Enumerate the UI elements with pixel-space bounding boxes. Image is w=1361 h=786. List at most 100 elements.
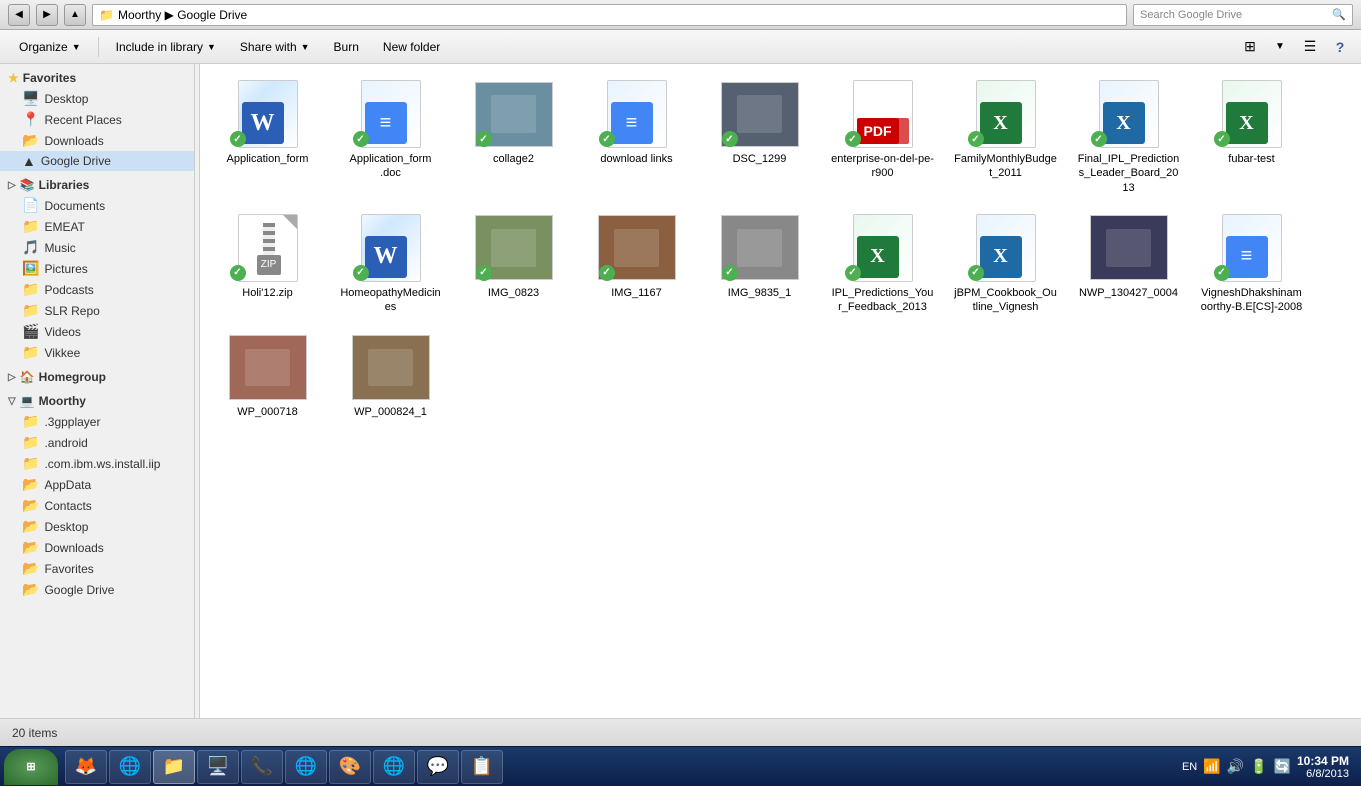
list-item[interactable]: W ✓Application_form [210, 74, 325, 200]
sidebar-item-downloads[interactable]: 📂 Downloads [0, 130, 194, 151]
sidebar-comibm-label: .com.ibm.ws.install.iip [44, 457, 160, 471]
taskbar-ie[interactable]: 🖥️ [197, 750, 239, 784]
start-button[interactable]: ⊞ [4, 749, 58, 785]
list-item[interactable]: X ✓IPL_Predictions_Your_Feedback_2013 [825, 208, 940, 320]
burn-button[interactable]: Burn [323, 34, 370, 60]
sidebar-item-podcasts[interactable]: 📁 Podcasts [0, 279, 194, 300]
sidebar-item-slrrepo[interactable]: 📁 SLR Repo [0, 300, 194, 321]
sidebar-item-desktop[interactable]: 🖥️ Desktop [0, 88, 194, 109]
google-drive-icon: ▲ [22, 153, 36, 169]
list-item[interactable]: ✓DSC_1299 [702, 74, 817, 200]
include-library-label: Include in library [116, 40, 203, 54]
sidebar-item-emeat[interactable]: 📁 EMEAT [0, 216, 194, 237]
file-icon-wrapper: X ✓ [966, 79, 1046, 149]
list-item[interactable]: ≡ ✓VigneshDhakshinamoorthy-B.E[CS]-2008 [1194, 208, 1309, 320]
list-item[interactable]: X ✓Final_IPL_Predictions_Leader_Board_20… [1071, 74, 1186, 200]
new-folder-button[interactable]: New folder [372, 34, 451, 60]
taskbar-skype[interactable]: 💬 [417, 750, 459, 784]
sidebar-item-pictures[interactable]: 🖼️ Pictures [0, 258, 194, 279]
sync-check-badge: ✓ [476, 131, 492, 147]
sidebar-3gp-label: .3gpplayer [44, 415, 100, 429]
sidebar-item-3gp[interactable]: 📁 .3gpplayer [0, 411, 194, 432]
list-item[interactable]: WP_000824_1 [333, 327, 448, 424]
breadcrumb[interactable]: 📁 Moorthy ▶ Google Drive [92, 4, 1127, 26]
include-library-button[interactable]: Include in library ▼ [105, 34, 227, 60]
list-item[interactable]: ZIP ✓Holi'12.zip [210, 208, 325, 320]
taskbar-chrome2[interactable]: 🌐 [285, 750, 327, 784]
list-item[interactable]: ≡ ✓Application_form .doc [333, 74, 448, 200]
view-details-button[interactable]: ☰ [1297, 34, 1323, 60]
sync-check-badge: ✓ [968, 131, 984, 147]
file-icon-wrapper: PDF ✓ [843, 79, 923, 149]
file-label: download links [600, 152, 672, 166]
sidebar-item-appdata[interactable]: 📂 AppData [0, 474, 194, 495]
search-icon: 🔍 [1332, 8, 1346, 21]
list-item[interactable]: X ✓fubar-test [1194, 74, 1309, 200]
sidebar-item-videos[interactable]: 🎬 Videos [0, 321, 194, 342]
sync-check-badge: ✓ [230, 265, 246, 281]
sidebar-item-vikkee[interactable]: 📁 Vikkee [0, 342, 194, 363]
list-item[interactable]: ✓IMG_9835_1 [702, 208, 817, 320]
file-label: enterprise-on-del-pe-r900 [830, 152, 935, 181]
moorthy-section: ▽ 💻 Moorthy 📁 .3gpplayer 📁 .android 📁 .c… [0, 391, 194, 600]
list-item[interactable]: X ✓jBPM_Cookbook_Outline_Vignesh [948, 208, 1063, 320]
taskbar-folder2[interactable]: 📋 [461, 750, 503, 784]
share-with-button[interactable]: Share with ▼ [229, 34, 321, 60]
taskbar-viber[interactable]: 📞 [241, 750, 283, 784]
chevron-libraries: ▷ [8, 180, 16, 191]
taskbar-explorer[interactable]: 📁 [153, 750, 195, 784]
share-chevron: ▼ [301, 42, 310, 52]
view-dropdown-button[interactable]: ▼ [1267, 34, 1293, 60]
sidebar-item-comibm[interactable]: 📁 .com.ibm.ws.install.iip [0, 453, 194, 474]
search-bar[interactable]: Search Google Drive 🔍 [1133, 4, 1353, 26]
pdf-icon: PDF [853, 80, 913, 148]
file-icon-wrapper: X ✓ [1089, 79, 1169, 149]
list-item[interactable]: NWP_130427_0004 [1071, 208, 1186, 320]
content-area: W ✓Application_form ≡ ✓Application_form … [200, 64, 1361, 718]
sidebar-item-music[interactable]: 🎵 Music [0, 237, 194, 258]
up-button[interactable]: ▲ [64, 4, 86, 26]
homegroup-label: Homegroup [39, 370, 106, 384]
libraries-icon: 📚 [20, 178, 35, 192]
sidebar-item-contacts[interactable]: 📂 Contacts [0, 495, 194, 516]
sidebar-item-gdrive2[interactable]: 📂 Google Drive [0, 579, 194, 600]
taskbar-chrome[interactable]: 🌐 [109, 750, 151, 784]
taskbar-firefox[interactable]: 🦊 [65, 750, 107, 784]
libraries-section: ▷ 📚 Libraries 📄 Documents 📁 EMEAT 🎵 Musi… [0, 175, 194, 363]
list-item[interactable]: ≡ ✓download links [579, 74, 694, 200]
list-item[interactable]: ✓collage2 [456, 74, 571, 200]
file-label: IMG_1167 [611, 286, 662, 300]
file-label: Application_form [227, 152, 309, 166]
list-item[interactable]: ✓IMG_1167 [579, 208, 694, 320]
sidebar-downloads2-label: Downloads [44, 541, 103, 555]
sidebar-item-google-drive[interactable]: ▲ Google Drive [0, 151, 194, 171]
sidebar-item-favorites2[interactable]: 📂 Favorites [0, 558, 194, 579]
sound-icon: 🔊 [1227, 758, 1244, 775]
file-grid: W ✓Application_form ≡ ✓Application_form … [200, 64, 1361, 718]
file-icon-wrapper: ≡ ✓ [351, 79, 431, 149]
taskbar-ie2[interactable]: 🌐 [373, 750, 415, 784]
organize-button[interactable]: Organize ▼ [8, 34, 92, 60]
sidebar: ★ Favorites 🖥️ Desktop 📍 Recent Places 📂… [0, 64, 195, 718]
sidebar-item-recent[interactable]: 📍 Recent Places [0, 109, 194, 130]
back-button[interactable]: ◀ [8, 4, 30, 26]
help-button[interactable]: ? [1327, 34, 1353, 60]
list-item[interactable]: PDF ✓ enterprise-on-del-pe-r900 [825, 74, 940, 200]
sidebar-item-android[interactable]: 📁 .android [0, 432, 194, 453]
sync-check-badge: ✓ [353, 131, 369, 147]
homegroup-header: ▷ 🏠 Homegroup [0, 367, 194, 387]
list-item[interactable]: X ✓FamilyMonthlyBudget_2011 [948, 74, 1063, 200]
libraries-header: ▷ 📚 Libraries [0, 175, 194, 195]
slrrepo-icon: 📁 [22, 302, 39, 319]
sidebar-item-desktop2[interactable]: 📂 Desktop [0, 516, 194, 537]
list-item[interactable]: ✓IMG_0823 [456, 208, 571, 320]
taskbar-paint[interactable]: 🎨 [329, 750, 371, 784]
list-item[interactable]: WP_000718 [210, 327, 325, 424]
gdoc-icon: ≡ [361, 80, 421, 148]
contacts-icon: 📂 [22, 497, 39, 514]
sidebar-item-documents[interactable]: 📄 Documents [0, 195, 194, 216]
forward-button[interactable]: ▶ [36, 4, 58, 26]
view-large-icon-button[interactable]: ⊞ [1237, 34, 1263, 60]
sidebar-item-downloads2[interactable]: 📂 Downloads [0, 537, 194, 558]
list-item[interactable]: W ✓HomeopathyMedicines [333, 208, 448, 320]
